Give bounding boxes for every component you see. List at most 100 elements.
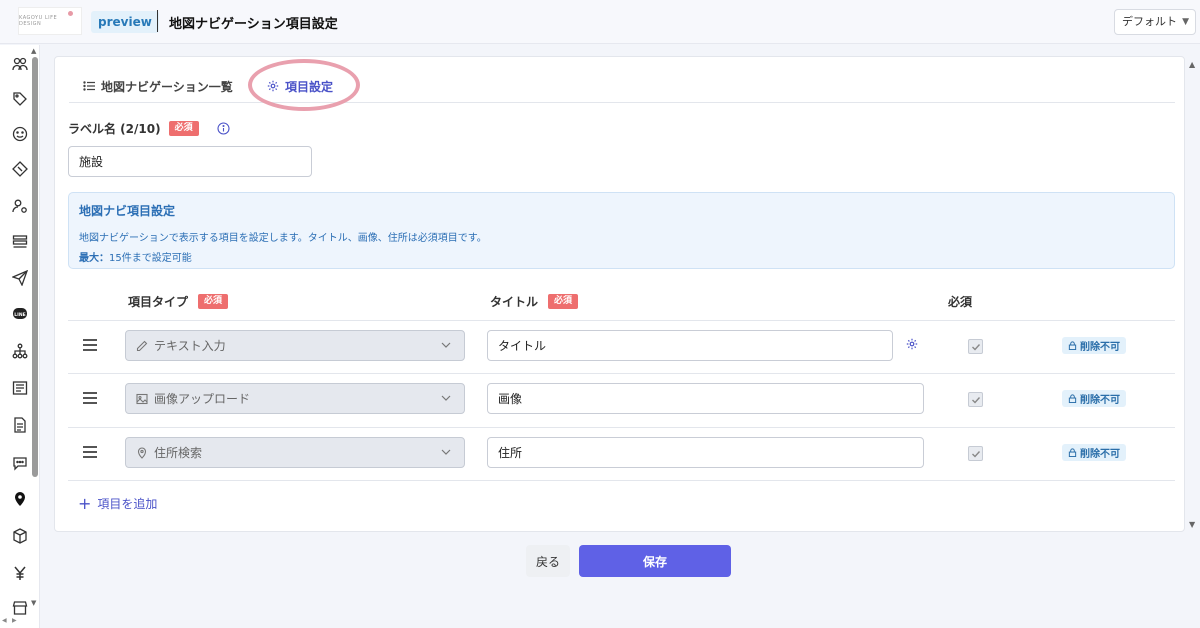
document-icon[interactable] [9,414,31,436]
lock-icon [1068,448,1077,457]
table-row: 画像アップロード 削除不可 [68,373,1175,426]
lock-icon [1068,341,1077,350]
table-row: テキスト入力 削除不可 [68,320,1175,373]
page-title: 地図ナビゲーション項目設定 [169,17,338,32]
back-button[interactable]: 戻る [526,545,570,577]
ticket-icon[interactable] [9,158,31,180]
item-title-input[interactable] [487,437,924,468]
required-badge: 必須 [168,121,199,136]
rail-scrollbar[interactable] [32,57,38,477]
item-type-value: テキスト入力 [154,339,226,353]
drag-handle-icon[interactable] [83,339,97,351]
item-type-select[interactable]: 住所検索 [125,437,465,468]
smile-icon[interactable] [9,123,31,145]
item-type-select[interactable]: テキスト入力 [125,330,465,361]
list-view-icon[interactable] [9,231,31,253]
check-icon [971,450,980,458]
table-row: 住所検索 削除不可 [68,427,1175,480]
chevron-down-icon [441,342,451,348]
item-type-value: 住所検索 [154,446,203,460]
column-header-required: 必須 [948,293,972,310]
rail-scroll-left-icon[interactable]: ◀ [2,617,7,624]
required-badge: 必須 [198,294,229,309]
brand-logo[interactable]: KAGOYU LIFE DESIGN [18,7,82,35]
map-pin-icon[interactable] [9,488,31,510]
tab-map-nav-list-label: 地図ナビゲーション一覧 [101,79,233,94]
info-max: 最大：15件まで設定可能 [79,249,192,264]
brand-logo-mark [68,11,73,16]
plus-icon: + [78,493,92,513]
tab-highlight-annotation [248,59,360,111]
column-header-required-label: 必須 [948,295,973,309]
store-icon[interactable] [9,597,31,619]
info-description: 地図ナビゲーションで表示する項目を設定します。タイトル、画像、住所は必須項目です… [79,233,487,244]
label-name-label: ラベル名 (2/10) [68,122,161,136]
yen-icon[interactable] [9,562,31,584]
no-delete-badge: 削除不可 [1062,390,1126,407]
view-select[interactable]: デフォルト ▼ [1114,9,1196,35]
item-title-input[interactable] [487,330,893,361]
no-delete-badge: 削除不可 [1062,444,1126,461]
users-icon[interactable] [9,53,31,75]
chevron-down-icon [441,449,451,455]
chevron-down-icon [441,395,451,401]
column-header-title-label: タイトル [490,295,539,309]
required-checkbox[interactable] [968,339,983,354]
table-divider [68,480,1175,481]
gear-icon[interactable] [906,338,918,350]
item-type-select[interactable]: 画像アップロード [125,383,465,414]
chevron-down-icon: ▼ [1182,17,1189,27]
column-header-type: 項目タイプ 必須 [128,293,229,310]
info-max-label: 最大： [79,253,109,264]
send-icon[interactable] [9,267,31,289]
user-settings-icon[interactable] [9,195,31,217]
column-header-type-label: 項目タイプ [128,295,189,309]
pin-icon [137,446,147,459]
drag-handle-icon[interactable] [83,392,97,404]
no-delete-label: 削除不可 [1080,395,1120,406]
tag-icon[interactable] [9,88,31,110]
brand-logo-text: KAGOYU LIFE DESIGN [19,15,58,27]
no-delete-badge: 削除不可 [1062,337,1126,354]
item-title-input[interactable] [487,383,924,414]
chat-icon[interactable] [9,452,31,474]
required-checkbox[interactable] [968,446,983,461]
tab-map-nav-list[interactable]: 地図ナビゲーション一覧 [83,69,233,103]
drag-handle-icon[interactable] [83,446,97,458]
app-header: KAGOYU LIFE DESIGN preview 地図ナビゲーション項目設定… [0,0,1200,44]
view-select-value: デフォルト [1122,15,1177,28]
article-icon[interactable] [9,377,31,399]
save-button[interactable]: 保存 [579,545,731,577]
list-icon [83,81,95,91]
info-max-value: 15件まで設定可能 [109,253,192,264]
add-item-label: 項目を追加 [97,497,158,511]
box-icon[interactable] [9,525,31,547]
image-icon [136,393,148,404]
check-icon [971,343,980,351]
info-panel: 地図ナビ項目設定 地図ナビゲーションで表示する項目を設定します。タイトル、画像、… [68,192,1175,269]
rail-scroll-right-icon[interactable]: ▶ [12,617,17,624]
hierarchy-icon[interactable] [9,340,31,362]
tab-bar: 地図ナビゲーション一覧 項目設定 [69,69,1175,103]
label-name-input[interactable] [68,146,312,177]
lock-icon [1068,394,1077,403]
svg-text:LINE: LINE [14,312,25,318]
info-title: 地図ナビ項目設定 [79,204,176,218]
rail-scroll-down-icon[interactable]: ▼ [31,599,36,607]
check-icon [971,396,980,404]
add-item-button[interactable]: + 項目を追加 [78,495,157,512]
item-type-value: 画像アップロード [154,392,251,406]
no-delete-label: 削除不可 [1080,342,1120,353]
pencil-icon [136,340,148,351]
required-checkbox[interactable] [968,392,983,407]
label-name-row: ラベル名 (2/10) 必須 [68,120,230,137]
info-icon[interactable] [217,122,230,135]
column-header-title: タイトル 必須 [490,293,579,310]
preview-badge[interactable]: preview [91,11,159,33]
line-icon[interactable]: LINE [9,303,31,325]
main-scroll-down-icon[interactable]: ▼ [1189,520,1195,529]
header-divider [157,10,158,32]
rail-scroll-up-icon[interactable]: ▲ [31,47,36,55]
required-badge: 必須 [548,294,579,309]
main-scroll-up-icon[interactable]: ▲ [1189,60,1195,69]
